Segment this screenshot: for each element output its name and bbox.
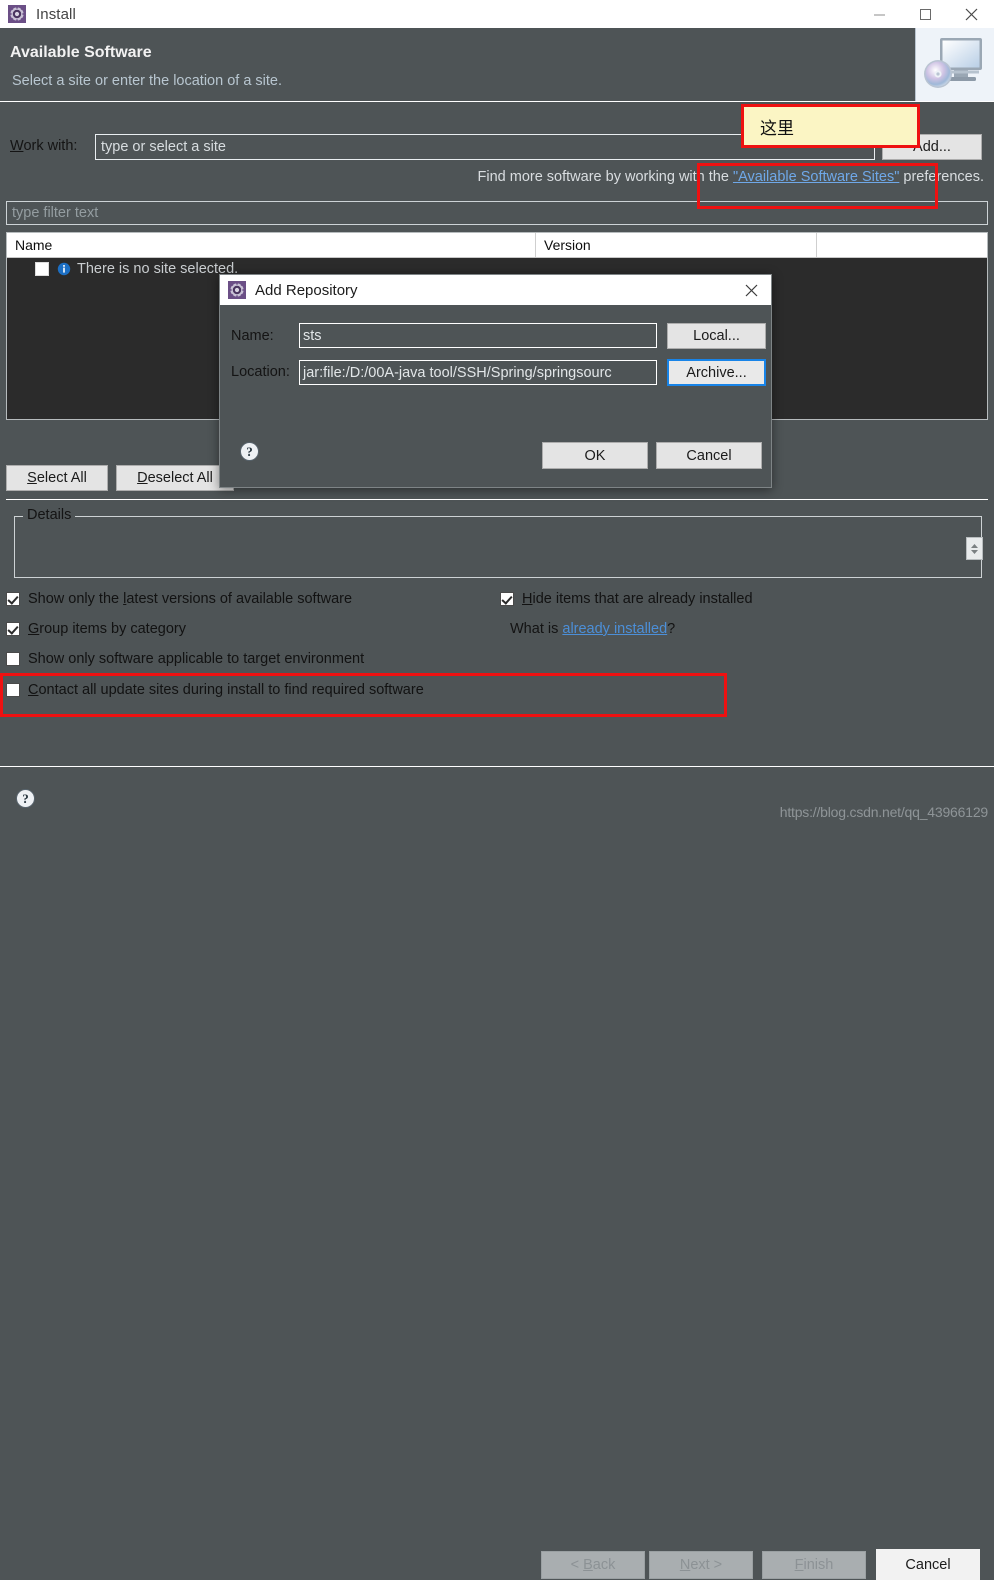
checkbox-show-latest-versions[interactable]: Show only the latest versions of availab…	[6, 591, 352, 607]
name-field[interactable]: sts	[299, 323, 657, 348]
annotation-note-text: 这里	[760, 118, 794, 139]
column-header-version[interactable]: Version	[536, 233, 817, 257]
filter-placeholder: type filter text	[12, 205, 99, 221]
svg-text:?: ?	[22, 791, 29, 806]
what-is-already-installed: What is already installed?	[510, 621, 675, 637]
work-with-label: Work with:	[10, 138, 78, 154]
archive-button-label: Archive...	[686, 364, 747, 381]
window-titlebar: Install	[0, 0, 994, 28]
deselect-all-label: Deselect All	[137, 470, 213, 486]
column-header-extra[interactable]	[817, 233, 987, 257]
minimize-icon[interactable]	[856, 0, 902, 28]
checkbox-box[interactable]	[500, 592, 514, 606]
dialog-title: Add Repository	[255, 281, 358, 299]
details-group: Details	[14, 507, 982, 578]
checkbox-contact-all-update-sites[interactable]: Contact all update sites during install …	[6, 682, 424, 698]
details-divider	[6, 499, 988, 500]
svg-text:?: ?	[246, 444, 253, 459]
next-button: Next >	[649, 1551, 753, 1579]
find-more-suffix: preferences.	[899, 169, 984, 185]
select-all-label: Select All	[27, 470, 87, 486]
what-is-suffix: ?	[667, 621, 676, 637]
already-installed-link[interactable]: already installed	[562, 621, 667, 637]
header-divider	[0, 101, 994, 102]
row-checkbox[interactable]	[35, 262, 49, 276]
filter-input[interactable]: type filter text	[6, 201, 988, 225]
finish-button: Finish	[762, 1551, 866, 1579]
tree-header-row: Name Version	[7, 233, 987, 258]
checkbox-box[interactable]	[6, 683, 20, 697]
ok-button[interactable]: OK	[542, 442, 648, 469]
location-field-value: jar:file:/D:/00A-java tool/SSH/Spring/sp…	[303, 364, 612, 381]
name-field-value: sts	[303, 327, 322, 344]
details-legend: Details	[23, 507, 76, 523]
select-all-button[interactable]: Select All	[6, 465, 108, 491]
cancel-button-label: Cancel	[905, 1556, 951, 1573]
back-button-label: < Back	[570, 1557, 616, 1573]
checkbox-label: Group items by category	[28, 621, 186, 637]
window-title: Install	[36, 5, 76, 23]
checkbox-label: Contact all update sites during install …	[28, 682, 424, 698]
finish-button-label: Finish	[794, 1557, 834, 1573]
wizard-footer: ? < Back Next > Finish Cancel	[0, 766, 994, 1580]
checkbox-box[interactable]	[6, 622, 20, 636]
annotation-note: 这里	[741, 104, 920, 148]
dialog-cancel-button[interactable]: Cancel	[656, 442, 762, 469]
checkbox-show-only-applicable[interactable]: Show only software applicable to target …	[6, 651, 364, 667]
close-icon[interactable]	[731, 275, 771, 305]
ok-button-label: OK	[584, 447, 606, 464]
maximize-icon[interactable]	[902, 0, 948, 28]
checkbox-group-items-by-category[interactable]: Group items by category	[6, 621, 186, 637]
help-question-icon[interactable]: ?	[240, 442, 259, 461]
add-repository-dialog: Add Repository Name: sts Local... Locati…	[219, 274, 772, 488]
help-question-icon[interactable]: ?	[16, 789, 35, 808]
watermark-text: https://blog.csdn.net/qq_43966129	[779, 804, 988, 820]
work-with-placeholder: type or select a site	[101, 139, 226, 155]
find-more-text: Find more software by working with the "…	[478, 169, 985, 185]
close-icon[interactable]	[948, 0, 994, 28]
dialog-cancel-button-label: Cancel	[686, 447, 732, 464]
info-icon	[57, 262, 71, 276]
archive-button[interactable]: Archive...	[667, 359, 766, 386]
window-controls	[856, 0, 994, 28]
location-field[interactable]: jar:file:/D:/00A-java tool/SSH/Spring/sp…	[299, 360, 657, 385]
checkbox-hide-already-installed[interactable]: Hide items that are already installed	[500, 591, 753, 607]
local-button[interactable]: Local...	[667, 323, 766, 349]
checkbox-box[interactable]	[6, 652, 20, 666]
find-more-prefix: Find more software by working with the	[477, 169, 733, 185]
available-software-sites-link[interactable]: "Available Software Sites"	[733, 169, 899, 185]
location-label: Location:	[231, 364, 290, 380]
checkbox-box[interactable]	[6, 592, 20, 606]
page-title: Available Software	[10, 44, 152, 61]
cancel-button[interactable]: Cancel	[876, 1549, 980, 1580]
updown-spinner-icon[interactable]	[966, 537, 983, 560]
monitor-with-cd-icon	[915, 28, 994, 101]
column-header-name[interactable]: Name	[7, 233, 536, 257]
page-subtitle: Select a site or enter the location of a…	[12, 73, 283, 89]
what-is-prefix: What is	[510, 621, 563, 637]
wizard-header: Available Software Select a site or ente…	[0, 28, 994, 101]
dialog-titlebar: Add Repository	[220, 275, 771, 305]
checkbox-label: Show only the latest versions of availab…	[28, 591, 353, 607]
name-label: Name:	[231, 328, 274, 344]
row-name: There is no site selected.	[77, 261, 239, 277]
deselect-all-button[interactable]: Deselect All	[116, 465, 234, 491]
next-button-label: Next >	[679, 1557, 723, 1573]
local-button-label: Local...	[693, 328, 740, 344]
eclipse-gear-icon	[8, 5, 26, 23]
eclipse-gear-icon	[228, 281, 246, 299]
back-button: < Back	[541, 1551, 645, 1579]
checkbox-label: Show only software applicable to target …	[28, 651, 365, 667]
checkbox-label: Hide items that are already installed	[522, 591, 753, 607]
